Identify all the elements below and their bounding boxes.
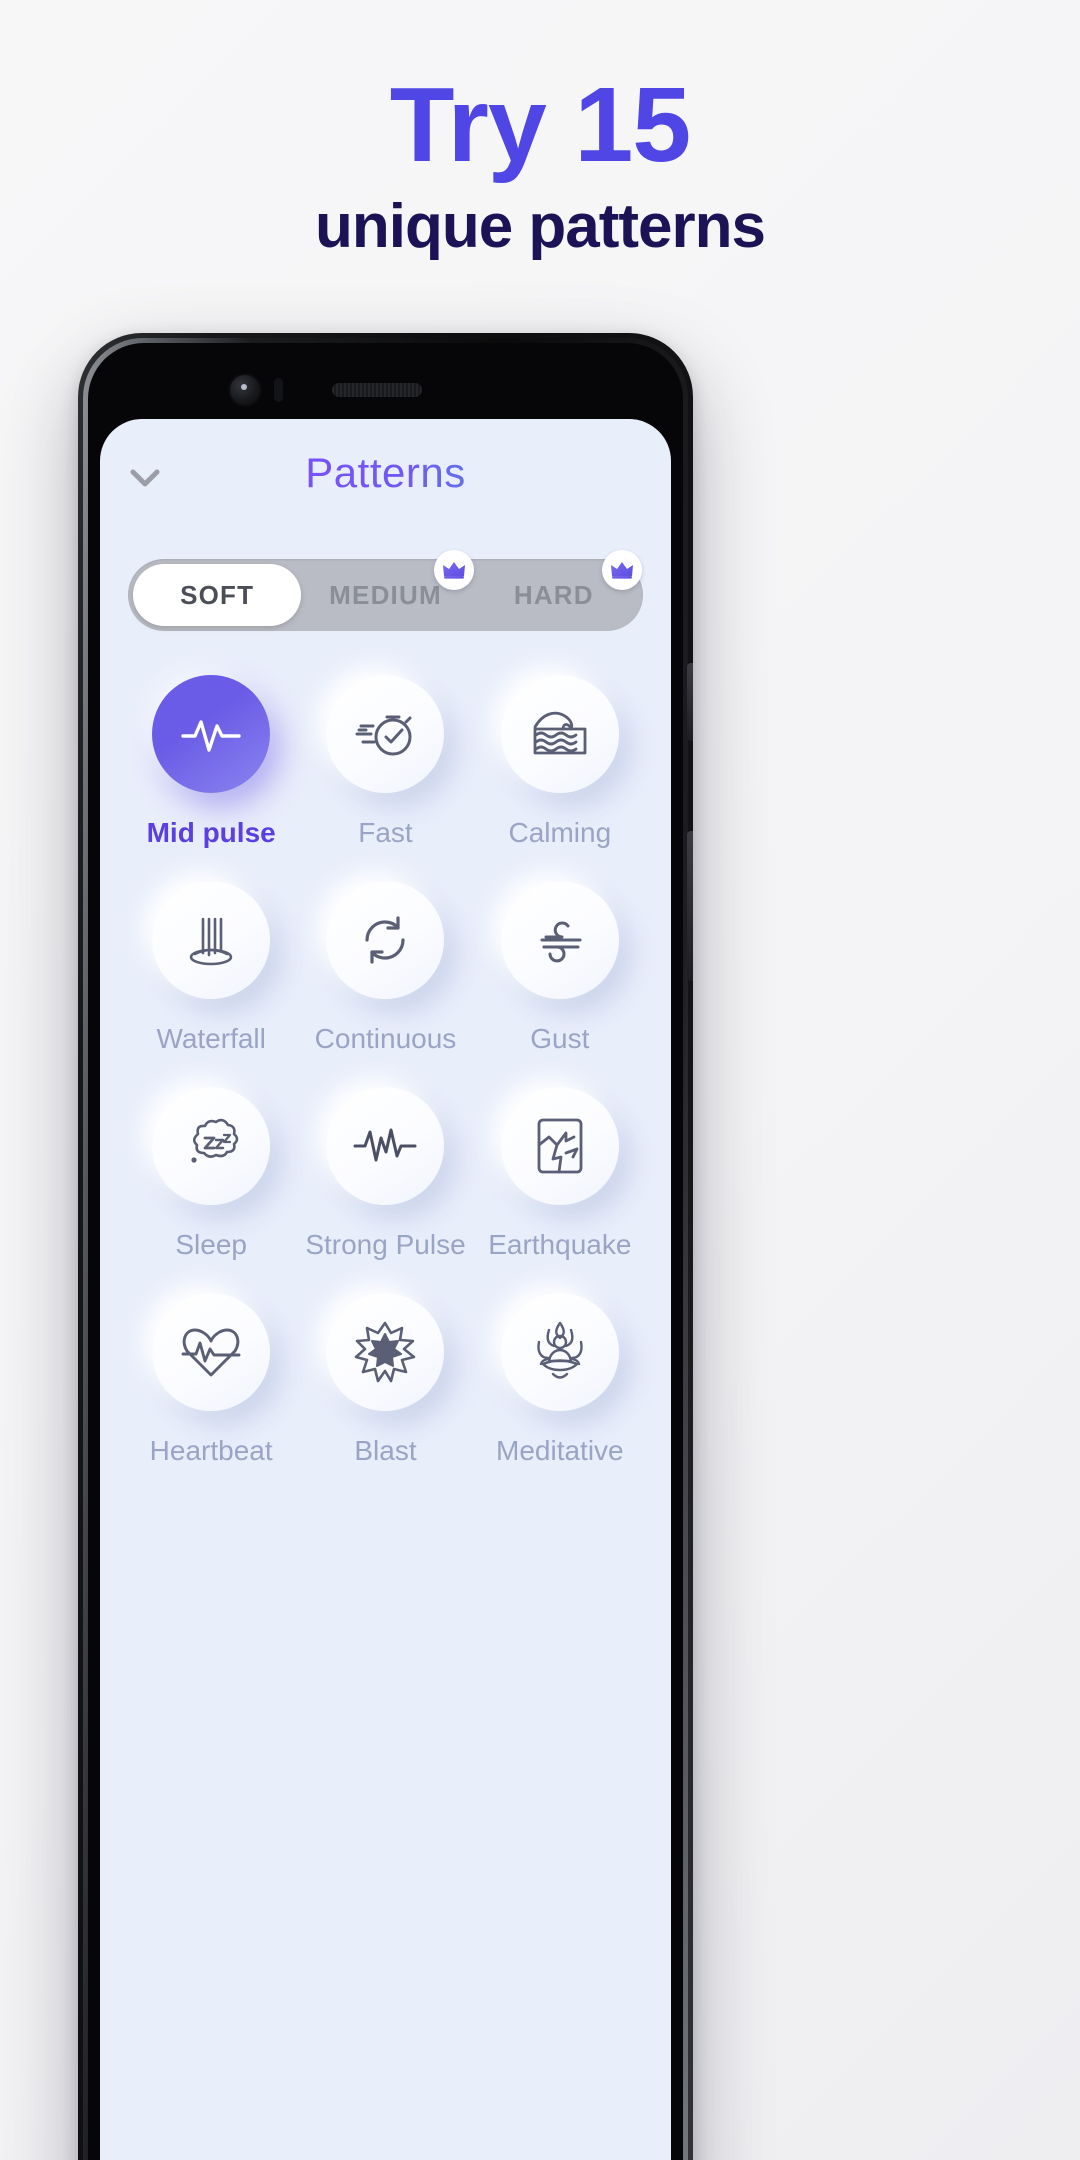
segment-hard-label: HARD [513,579,594,610]
proximity-sensor-icon [274,378,283,402]
earpiece-speaker-icon [332,383,422,397]
wave-water-icon [500,675,619,793]
crown-icon [601,550,642,590]
pattern-item-continuous[interactable]: Continuous [298,881,472,1055]
promo-headline: Try 15 [389,66,691,184]
earthquake-crack-icon [500,1087,619,1205]
pattern-item-mid-pulse[interactable]: Mid pulse [124,675,298,849]
pattern-item-strong-pulse[interactable]: Strong Pulse [298,1087,472,1261]
segment-soft[interactable]: SOFT [133,564,302,626]
pattern-label: Continuous [314,1023,457,1054]
pattern-label: Gust [530,1023,590,1054]
phone-mockup: Patterns SOFT MEDIUM HARD Mid pulse Fast… [78,333,693,2160]
fast-stopwatch-icon [326,675,445,793]
segment-medium[interactable]: MEDIUM [301,550,474,626]
wind-icon [500,881,619,999]
blast-starburst-icon [326,1293,445,1411]
page-title: Patterns [100,449,671,497]
segment-soft-label: SOFT [180,579,255,610]
pulse-wave-icon [152,675,271,793]
phone-volume-button [687,663,693,741]
pattern-label: Calming [508,817,612,848]
sleep-zzz-icon [152,1087,271,1205]
heartbeat-icon [152,1293,271,1411]
difficulty-segmented-control[interactable]: SOFT MEDIUM HARD [128,550,643,631]
pattern-item-sleep[interactable]: Sleep [124,1087,298,1261]
pattern-item-fast[interactable]: Fast [298,675,472,849]
segment-medium-label: MEDIUM [329,579,442,610]
promo-subheadline: unique patterns [314,192,766,261]
pattern-item-waterfall[interactable]: Waterfall [124,881,298,1055]
phone-power-button [687,831,693,981]
promo-screenshot: Try 15 unique patterns Patterns SOFT MED… [0,0,1080,2160]
pattern-grid: Mid pulse Fast Calming Waterfall Continu… [124,675,647,1467]
meditation-lotus-icon [500,1293,619,1411]
app-bar: Patterns [100,419,671,537]
pattern-label: Strong Pulse [305,1229,466,1260]
pattern-label: Blast [354,1435,417,1466]
pattern-item-blast[interactable]: Blast [298,1293,472,1467]
app-screen: Patterns SOFT MEDIUM HARD Mid pulse Fast… [100,419,671,2160]
waterfall-icon [152,881,271,999]
pattern-item-heartbeat[interactable]: Heartbeat [124,1293,298,1467]
refresh-loop-icon [326,881,445,999]
pattern-label: Heartbeat [149,1435,273,1466]
pattern-label: Earthquake [488,1229,632,1260]
front-camera-icon [230,375,260,405]
crown-icon [433,550,474,590]
strong-pulse-icon [326,1087,445,1205]
segment-hard[interactable]: HARD [470,550,642,626]
pattern-item-earthquake[interactable]: Earthquake [473,1087,647,1261]
pattern-item-gust[interactable]: Gust [473,881,647,1055]
pattern-item-meditative[interactable]: Meditative [473,1293,647,1467]
pattern-label: Mid pulse [146,817,276,848]
pattern-label: Sleep [175,1229,247,1260]
pattern-label: Meditative [496,1435,624,1466]
pattern-label: Waterfall [156,1023,266,1054]
pattern-label: Fast [358,817,413,848]
pattern-item-calming[interactable]: Calming [473,675,647,849]
